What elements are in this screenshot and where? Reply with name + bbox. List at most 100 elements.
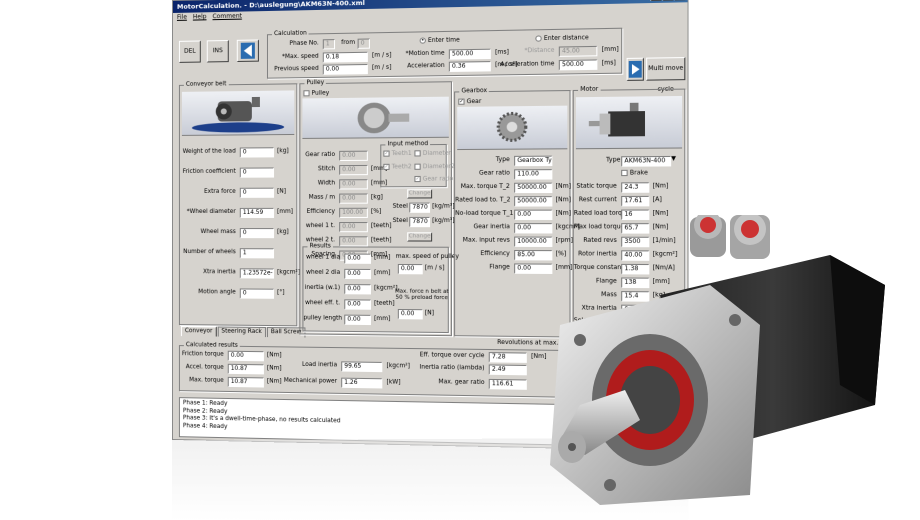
conveyor-row-field[interactable]: 0 — [240, 188, 274, 198]
pulley-row-field[interactable]: 0.00 — [339, 222, 368, 232]
pulley-row-field[interactable]: 0.00 — [339, 165, 368, 175]
window-title: MotorCalculation. - D:\auslegung\AKM63N-… — [177, 0, 365, 11]
prev-speed-field[interactable]: 0.00 — [323, 64, 368, 75]
pulley-result-row-field[interactable]: 0.00 — [344, 299, 371, 309]
pulley-result-row-field[interactable]: 0.00 — [344, 254, 371, 264]
gear-checkbox[interactable]: ✓ Gear — [458, 98, 481, 105]
delete-button[interactable]: DEL — [179, 40, 201, 62]
max-speed-field[interactable]: 0.18 — [323, 52, 368, 63]
inertia-ratio-label: Inertia ratio (lambda) — [409, 364, 484, 371]
from-field[interactable]: 0 — [358, 38, 370, 48]
gear-check-label: Gear — [467, 99, 482, 105]
gearbox-row-field[interactable]: 50000.00 — [514, 183, 552, 193]
minimize-button[interactable]: _ — [650, 0, 661, 1]
menu-comment[interactable]: Comment — [213, 13, 242, 22]
pulley-row-field[interactable]: 0.00 — [339, 236, 368, 246]
pulley-row-field[interactable]: 100.00 — [339, 208, 368, 218]
conveyor-row-field[interactable]: 0 — [240, 288, 274, 298]
tab-conveyor[interactable]: Conveyor — [181, 326, 216, 336]
insert-button[interactable]: INS — [207, 40, 229, 62]
gearbox-row-field[interactable]: Gearbox Type — [514, 156, 552, 167]
gearbox-row-field[interactable]: 110.00 — [514, 169, 552, 180]
previous-phase-button[interactable] — [237, 39, 259, 62]
conveyor-row-label: Friction coefficient — [180, 169, 236, 175]
steel-field-2[interactable]: 7870 — [409, 217, 430, 227]
next-phase-button[interactable] — [627, 58, 644, 81]
gearbox-row-label: No-load torque T_1 — [455, 211, 510, 217]
conveyor-row-field[interactable]: 0 — [240, 228, 274, 238]
inertia-ratio-field[interactable]: 2.49 — [489, 364, 527, 375]
acceleration-field[interactable]: 0.36 — [449, 61, 491, 72]
motor-row-field[interactable]: 24.3 — [621, 182, 649, 193]
tab-steering-rack[interactable]: Steering Rack — [217, 326, 265, 337]
pulley-result-row-field[interactable]: 0.00 — [344, 269, 371, 279]
gearbox-row-label: Efficiency — [455, 251, 510, 257]
pulley-max-speed-field[interactable]: 0.00 — [398, 264, 423, 274]
change-button-2[interactable]: Change — [407, 232, 432, 241]
prev-speed-label: Previous speed — [268, 66, 319, 73]
gearbox-row-label: Max. input revs — [455, 237, 510, 243]
pulley-result-row-label: wheel eff. t. — [303, 300, 340, 306]
brake-label: Brake — [630, 170, 648, 176]
teeth1-checkbox[interactable]: ✓ Teeth1 — [383, 150, 411, 157]
conveyor-row-field[interactable]: 0 — [240, 167, 274, 177]
conveyor-row-field[interactable]: 1 — [240, 248, 274, 258]
conveyor-row-field[interactable]: 1.23572e- — [240, 268, 274, 278]
diameter-checkbox[interactable]: Diameter — [414, 150, 451, 157]
change-button-1[interactable]: Change — [407, 189, 432, 198]
teeth2-checkbox[interactable]: ✓ Teeth2 — [383, 164, 411, 171]
menu-help[interactable]: Help — [193, 13, 207, 21]
conveyor-row-field[interactable]: 0 — [240, 147, 274, 157]
conveyor-row-unit: [mm] — [277, 209, 293, 215]
calculated-row-field[interactable]: 10.87 — [228, 377, 264, 388]
accel-time-field[interactable]: 500.00 — [559, 59, 598, 70]
motor-type-select[interactable]: AKM63N-400 — [621, 156, 671, 167]
max-force-field[interactable]: 0.00 — [398, 309, 423, 319]
pulley-checkbox[interactable]: Pulley — [303, 90, 329, 97]
servo-motor-photo — [540, 215, 920, 515]
multi-move-cycle-button[interactable]: Multi move cycle — [646, 57, 685, 81]
conveyor-row-unit: [N] — [277, 189, 286, 195]
distance-field[interactable]: 45.00 — [559, 46, 598, 57]
steel-field-1[interactable]: 7870 — [409, 203, 430, 213]
maximize-button[interactable]: □ — [662, 0, 673, 1]
from-label: from — [341, 40, 355, 46]
pulley-row-field[interactable]: 0.00 — [339, 193, 368, 203]
pulley-row-field[interactable]: 0.00 — [339, 151, 368, 161]
mech-power-unit: [kW] — [386, 379, 400, 385]
mech-power-field[interactable]: 1.26 — [341, 378, 382, 389]
gearbox-row-field[interactable]: 50000.00 — [514, 196, 552, 206]
calculated-row-field[interactable]: 10.87 — [228, 364, 264, 375]
motor-image — [576, 96, 682, 149]
motor-row-field[interactable]: 17.61 — [621, 196, 649, 207]
chevron-down-icon[interactable]: ▼ — [671, 156, 676, 162]
max-gear-field[interactable]: 116.61 — [489, 379, 527, 390]
pulley-row-field[interactable]: 0.00 — [339, 179, 368, 189]
conveyor-row-field[interactable]: 114.59 — [240, 208, 274, 218]
gear-ratio-checkbox[interactable]: ✓ Gear ratio — [414, 176, 453, 183]
phase-field[interactable]: 1 — [323, 39, 335, 49]
calculated-row-field[interactable]: 0.00 — [228, 351, 264, 362]
max-gear-label: Max. gear ratio — [409, 379, 484, 386]
diameter2-checkbox[interactable]: Diameter2 — [414, 163, 454, 170]
pulley-result-row-unit: [mm] — [374, 270, 390, 276]
eff-torque-field[interactable]: 7.28 — [489, 352, 527, 363]
motion-time-field[interactable]: 500.00 — [449, 49, 491, 60]
pulley-row-unit: [kg] — [371, 194, 383, 200]
menu-file[interactable]: File — [177, 14, 187, 22]
pulley-title: Pulley — [304, 80, 326, 86]
steel-label-1: Steel — [393, 204, 408, 210]
motor-row-unit: [A] — [653, 197, 662, 203]
pulley-result-row-field[interactable]: 0.00 — [344, 284, 371, 294]
prev-speed-unit: [m / s] — [372, 65, 391, 71]
pulley-result-row-field[interactable]: 0.00 — [344, 315, 371, 325]
pulley-row-label: Efficiency — [300, 209, 335, 215]
pulley-max-speed-unit: [m / s] — [425, 265, 445, 271]
pulley-result-row-label: inertia (w.1) — [303, 285, 340, 291]
accel-time-unit: [ms] — [602, 60, 616, 66]
enter-distance-radio[interactable]: Enter distance — [535, 35, 588, 43]
enter-time-radio[interactable]: • Enter time — [420, 37, 460, 44]
brake-checkbox[interactable]: Brake — [621, 170, 648, 177]
load-inertia-field[interactable]: 99.65 — [341, 361, 382, 372]
pulley-row-label: Gear ratio — [300, 152, 335, 158]
